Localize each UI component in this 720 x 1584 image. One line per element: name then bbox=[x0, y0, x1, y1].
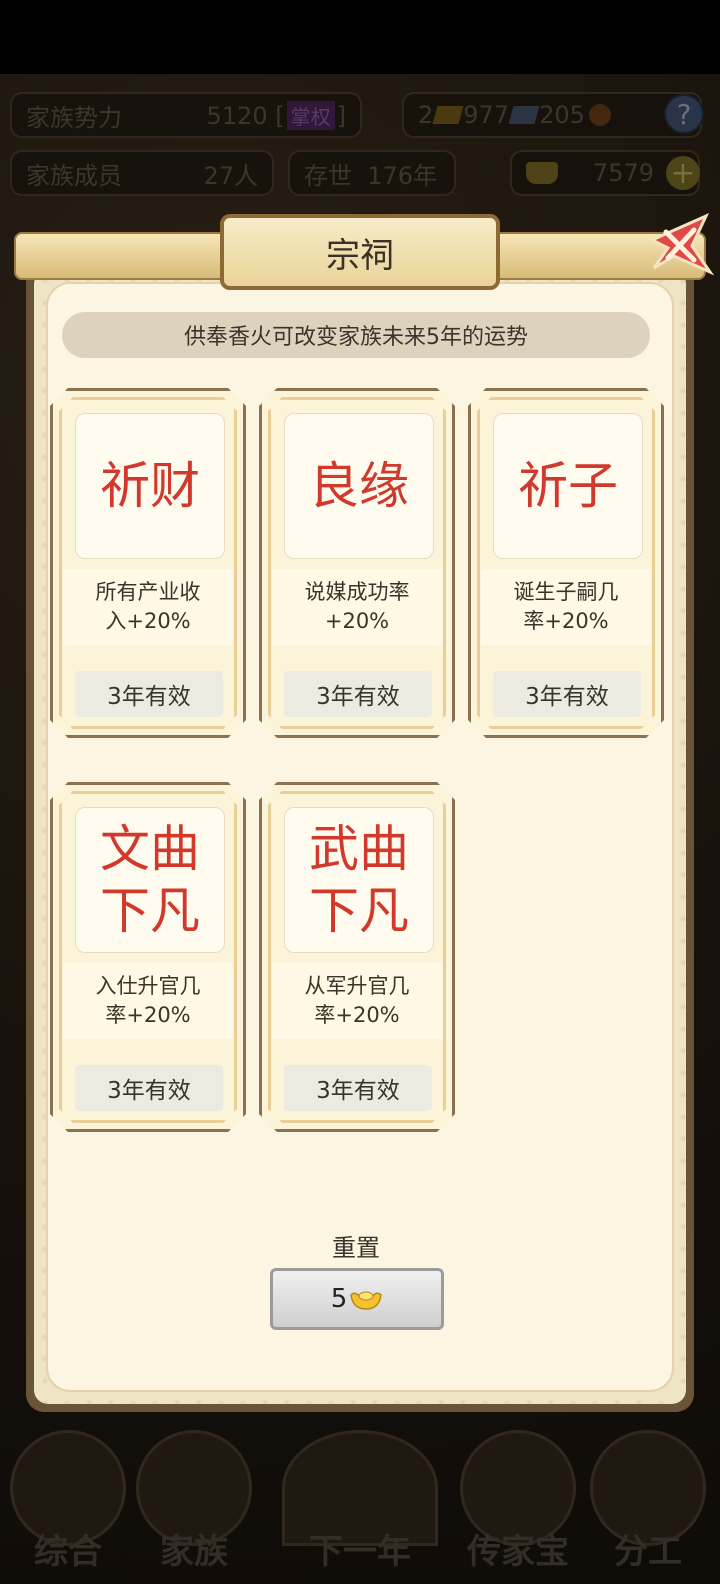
card-description: 入仕升官几率+20% bbox=[63, 963, 233, 1039]
card-description-line: 入+20% bbox=[105, 609, 191, 633]
shrine-subtitle: 供奉香火可改变家族未来5年的运势 bbox=[62, 312, 650, 358]
card-description-line: 率+20% bbox=[314, 1003, 400, 1027]
card-title-line: 下凡 bbox=[100, 882, 200, 940]
reset-button[interactable]: 5 bbox=[270, 1268, 444, 1330]
card-description-line: 率+20% bbox=[523, 609, 609, 633]
card-duration: 3年有效 bbox=[493, 671, 641, 717]
blessing-card-offspring[interactable]: 祈子 诞生子嗣几率+20% 3年有效 bbox=[468, 388, 664, 738]
modal-title: 宗祠 bbox=[220, 214, 500, 290]
card-description-line: +20% bbox=[324, 609, 390, 633]
blessing-card-martial-star[interactable]: 武曲 下凡 从军升官几率+20% 3年有效 bbox=[259, 782, 455, 1132]
card-duration: 3年有效 bbox=[284, 1065, 432, 1111]
blessing-card-marriage[interactable]: 良缘 说媒成功率 +20% 3年有效 bbox=[259, 388, 455, 738]
card-description-line: 从军升官几 bbox=[304, 974, 410, 998]
card-description-line: 说媒成功率 bbox=[304, 580, 410, 604]
card-description: 说媒成功率 +20% bbox=[272, 569, 442, 645]
card-title-line: 下凡 bbox=[309, 882, 409, 940]
card-title: 良缘 bbox=[284, 413, 434, 559]
card-description-line: 率+20% bbox=[105, 1003, 191, 1027]
card-duration: 3年有效 bbox=[75, 1065, 223, 1111]
close-icon[interactable] bbox=[644, 210, 714, 280]
reset-cost: 5 bbox=[330, 1284, 348, 1314]
card-description: 所有产业收入+20% bbox=[63, 569, 233, 645]
card-duration: 3年有效 bbox=[284, 671, 432, 717]
card-description-line: 诞生子嗣几 bbox=[513, 580, 619, 604]
card-title: 祈财 bbox=[75, 413, 225, 559]
card-title: 武曲 下凡 bbox=[284, 807, 434, 953]
status-bar bbox=[0, 0, 720, 74]
card-duration: 3年有效 bbox=[75, 671, 223, 717]
blessing-card-wealth[interactable]: 祈财 所有产业收入+20% 3年有效 bbox=[50, 388, 246, 738]
blessing-card-civil-star[interactable]: 文曲 下凡 入仕升官几率+20% 3年有效 bbox=[50, 782, 246, 1132]
card-title-line: 文曲 bbox=[100, 820, 200, 878]
card-title: 文曲 下凡 bbox=[75, 807, 225, 953]
card-description: 诞生子嗣几率+20% bbox=[481, 569, 651, 645]
card-description: 从军升官几率+20% bbox=[272, 963, 442, 1039]
card-description-line: 入仕升官几 bbox=[95, 974, 201, 998]
card-description-line: 所有产业收 bbox=[95, 580, 201, 604]
card-title: 祈子 bbox=[493, 413, 643, 559]
card-title-line: 武曲 bbox=[309, 820, 409, 878]
gold-ingot-icon bbox=[350, 1291, 383, 1310]
reset-label: 重置 bbox=[332, 1234, 380, 1262]
